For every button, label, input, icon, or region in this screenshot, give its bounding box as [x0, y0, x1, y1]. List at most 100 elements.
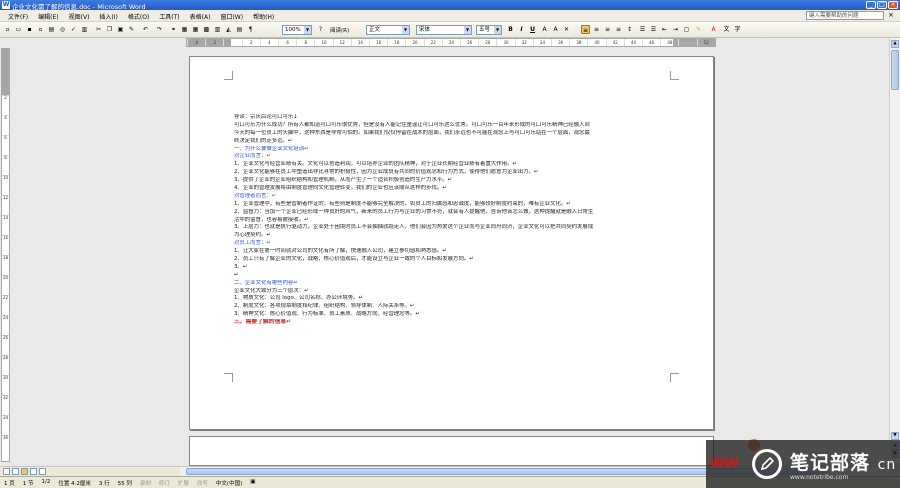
underline-button[interactable]: U — [528, 25, 537, 34]
word-app-icon[interactable]: W — [2, 1, 10, 9]
line-spacing-icon[interactable]: ↕ — [625, 25, 634, 34]
vertical-scroll-thumb[interactable] — [891, 50, 899, 90]
status-position: 位置 4.2厘米 — [58, 481, 91, 487]
status-ext[interactable]: 扩展 — [178, 479, 189, 487]
document-page[interactable]: 导读：宗庆后论可口可乐↓ 可口可乐为什么成功？所有人都知道可口可乐很优秀，但是没有… — [189, 56, 714, 430]
minimize-button[interactable]: _ — [866, 1, 876, 9]
outline-view-icon[interactable] — [30, 468, 37, 475]
enclose-char-icon[interactable]: 字 — [733, 25, 742, 34]
print-icon[interactable]: ▤ — [47, 25, 56, 34]
status-rec[interactable]: 录制 — [140, 479, 151, 487]
document-line: 1、企业文化与经营业绩有关。文化可以创造利润，可以培养企业的团队精神，对于企业长… — [234, 161, 517, 168]
show-hide-icon[interactable]: ¶ — [246, 25, 255, 34]
reading-layout-button[interactable]: 阅读(R) — [330, 26, 349, 34]
window-controls: _ □ × — [866, 1, 898, 9]
menu-item[interactable]: 编辑(E) — [38, 12, 58, 21]
align-right-icon[interactable]: ≡ — [603, 25, 612, 34]
hyperlink-icon[interactable]: ⚭ — [169, 25, 178, 34]
drawing-icon[interactable]: ◭ — [224, 25, 233, 34]
document-line: 导读：宗庆后论可口可乐↓ — [234, 114, 298, 120]
horizontal-ruler[interactable]: 4 2 2 4 6 8 10 12 14 16 18 20 22 24 26 28 30 32 34 36 38 40 42… — [186, 38, 716, 47]
font-select[interactable]: 宋体 ▼ — [416, 25, 472, 35]
style-select[interactable]: 正文 ▼ — [366, 25, 410, 35]
redo-icon[interactable]: ↷ — [155, 25, 164, 34]
menu-item[interactable]: 视图(V) — [69, 12, 90, 21]
document-body[interactable]: 导读：宗庆后论可口可乐↓ 可口可乐为什么成功？所有人都知道可口可乐很优秀，但是没有… — [234, 114, 672, 327]
maximize-button[interactable]: □ — [877, 1, 887, 9]
menu-item[interactable]: 窗口(W) — [220, 12, 243, 21]
scroll-down-icon[interactable]: ▼ — [891, 432, 899, 440]
print-view-icon[interactable] — [21, 468, 28, 475]
insert-excel-icon[interactable]: ▩ — [202, 25, 211, 34]
font-size-dropdown-icon[interactable]: ▼ — [494, 26, 501, 34]
bold-button[interactable]: B — [506, 25, 515, 34]
status-ovr[interactable]: 改写 — [197, 479, 208, 487]
reading-view-icon[interactable] — [39, 468, 46, 475]
status-line: 3 行 — [98, 481, 110, 487]
font-dropdown-icon[interactable]: ▼ — [464, 26, 471, 34]
insert-table-icon[interactable]: ▦ — [191, 25, 200, 34]
status-trk[interactable]: 修订 — [159, 479, 170, 487]
zoom-dropdown-icon[interactable]: ▼ — [304, 26, 311, 34]
help-icon[interactable]: ? — [316, 25, 325, 34]
document-line: 1、物质文化：公司 logo、公司名称、办公环境等。↵ — [234, 295, 363, 302]
status-page: 1 页 — [4, 481, 15, 487]
document-line: 1、让大家在第一时间就对公司的文化有所了解，快速融入公司，建立参切感和熟悉感。↵ — [234, 248, 447, 255]
highlight-icon[interactable]: ✎ — [694, 25, 703, 34]
close-document-icon[interactable]: × — [888, 12, 894, 19]
columns-icon[interactable]: ▥ — [213, 25, 222, 34]
vertical-ruler[interactable]: 2 4 6 8 10 12 14 16 18 20 22 24 26 28 30 32 34 36 — [1, 48, 10, 462]
increase-indent-icon[interactable]: ⇥ — [671, 25, 680, 34]
distributed-icon[interactable]: ≡ — [614, 25, 623, 34]
close-button[interactable]: × — [888, 1, 898, 9]
document-map-icon[interactable]: ▤ — [235, 25, 244, 34]
pen-icon — [752, 449, 782, 479]
spelling-status-icon[interactable]: ▣ — [250, 479, 255, 487]
vertical-scrollbar[interactable]: ▲ ▼ ▲ ● — [889, 38, 900, 464]
decrease-indent-icon[interactable]: ⇤ — [660, 25, 669, 34]
align-justify-icon[interactable]: ≡ — [581, 25, 590, 34]
open-folder-icon[interactable]: ▭ — [14, 25, 23, 34]
document-line: 今天的每一位员工的头脑中，这种东西是非常可怕的。如果我们仅仅停留在战术的层面，我… — [234, 129, 590, 136]
scroll-up-icon[interactable]: ▲ — [891, 40, 899, 48]
bullets-icon[interactable]: ☰ — [649, 25, 658, 34]
web-view-icon[interactable] — [12, 468, 19, 475]
crop-mark — [224, 71, 233, 80]
menu-item[interactable]: 工具(T) — [159, 12, 179, 21]
char-scale-icon[interactable]: ✕ — [562, 25, 571, 34]
italic-button[interactable]: I — [517, 25, 526, 34]
print-preview-icon[interactable]: ◎ — [58, 25, 67, 34]
menu-item[interactable]: 插入(I) — [99, 12, 117, 21]
paste-icon[interactable]: ▣ — [116, 25, 125, 34]
menu-item[interactable]: 文件(F) — [8, 12, 28, 21]
phonetic-icon[interactable]: 文 — [722, 25, 731, 34]
format-painter-icon[interactable]: ✎ — [127, 25, 136, 34]
style-dropdown-icon[interactable]: ▼ — [402, 26, 409, 34]
new-document-icon[interactable]: ▫ — [3, 25, 12, 34]
document-page-2[interactable] — [189, 436, 714, 466]
numbering-icon[interactable]: ☰ — [638, 25, 647, 34]
cut-icon[interactable]: ✂ — [94, 25, 103, 34]
menu-item[interactable]: 表格(A) — [190, 12, 211, 21]
watermark-url: www.notetribe.com — [790, 474, 849, 481]
normal-view-icon[interactable] — [3, 468, 10, 475]
font-size-select[interactable]: 五号 ▼ — [476, 25, 502, 35]
help-search-input[interactable]: 键入需要帮助的问题 — [806, 11, 884, 20]
copy-icon[interactable]: ❐ — [105, 25, 114, 34]
char-border-icon[interactable]: A — [540, 25, 549, 34]
crop-mark — [670, 373, 679, 382]
research-icon[interactable]: ▥ — [80, 25, 89, 34]
border-icon[interactable]: ▢ — [682, 25, 691, 34]
permission-icon[interactable]: ▫ — [36, 25, 45, 34]
undo-icon[interactable]: ↶ — [141, 25, 150, 34]
align-center-icon[interactable]: ≡ — [592, 25, 601, 34]
zoom-select[interactable]: 100% ▼ — [282, 25, 312, 35]
font-color-icon[interactable]: A — [709, 25, 718, 34]
tables-borders-icon[interactable]: ▦ — [180, 25, 189, 34]
spelling-icon[interactable]: ✓ — [69, 25, 78, 34]
menu-item[interactable]: 格式(O) — [128, 12, 149, 21]
menu-item[interactable]: 帮助(H) — [253, 12, 274, 21]
char-shading-icon[interactable]: A — [551, 25, 560, 34]
save-icon[interactable]: ▪ — [25, 25, 34, 34]
document-heading: 二、企业文化有哪些内容↵ — [234, 279, 298, 286]
